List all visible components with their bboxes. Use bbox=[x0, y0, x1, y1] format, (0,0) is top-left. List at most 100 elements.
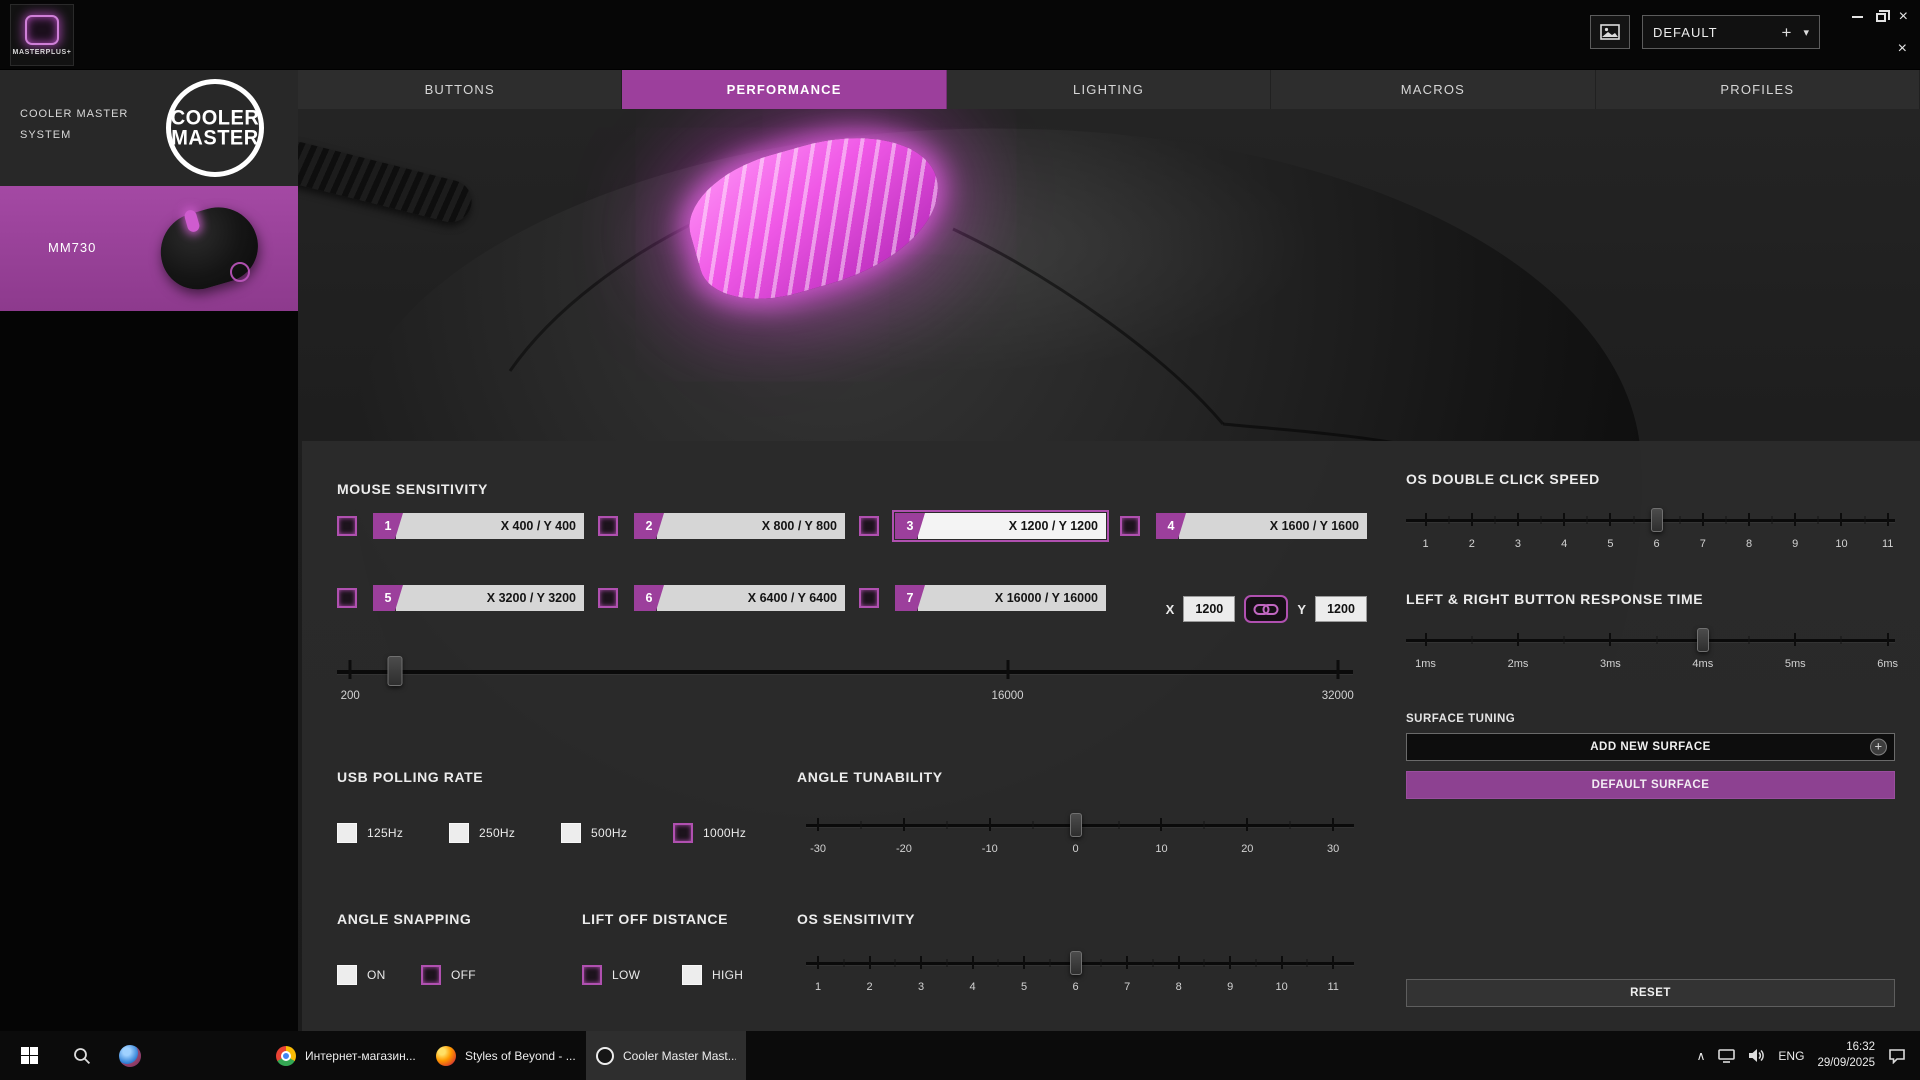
profile-selected-value: DEFAULT bbox=[1653, 25, 1770, 40]
dpi-slider-handle[interactable] bbox=[387, 656, 402, 686]
profile-selector[interactable]: DEFAULT + ▾ bbox=[1642, 15, 1820, 49]
os-sensitivity-slider[interactable]: 1234567891011 bbox=[806, 948, 1354, 1004]
clock-date: 29/09/2025 bbox=[1817, 1056, 1875, 1072]
dpi-preset-value[interactable]: X 3200 / Y 3200 bbox=[396, 585, 584, 611]
option-checkbox[interactable] bbox=[421, 965, 441, 985]
dpi-preset-checkbox[interactable] bbox=[598, 588, 618, 608]
main-tabs: BUTTONS PERFORMANCE LIGHTING MACROS PROF… bbox=[298, 70, 1920, 109]
taskbar-window-button[interactable]: Интернет-магазин... bbox=[266, 1031, 426, 1080]
window-controls: × bbox=[1852, 8, 1908, 26]
dpi-preset-field: 2 X 800 / Y 800 bbox=[634, 513, 845, 539]
dpi-preset-value[interactable]: X 16000 / Y 16000 bbox=[918, 585, 1106, 611]
profile-image-button[interactable] bbox=[1590, 15, 1630, 49]
os-double-click-slider-handle[interactable] bbox=[1651, 508, 1663, 532]
slider-tick-label: 4 bbox=[970, 981, 976, 993]
section-title-os-sensitivity: OS SENSITIVITY bbox=[797, 911, 915, 927]
option-checkbox[interactable] bbox=[561, 823, 581, 843]
link-xy-button[interactable] bbox=[1244, 595, 1288, 623]
profile-toolbar: DEFAULT + ▾ bbox=[1590, 15, 1820, 49]
tab-label: MACROS bbox=[1401, 82, 1465, 97]
pinned-app-button[interactable] bbox=[106, 1031, 154, 1080]
os-sensitivity-slider-handle[interactable] bbox=[1070, 951, 1082, 975]
tab-performance[interactable]: PERFORMANCE bbox=[622, 70, 946, 109]
option-checkbox[interactable] bbox=[337, 823, 357, 843]
tab-buttons[interactable]: BUTTONS bbox=[298, 70, 622, 109]
dpi-preset-value[interactable]: X 400 / Y 400 bbox=[396, 513, 584, 539]
y-dpi-input[interactable]: 1200 bbox=[1315, 596, 1367, 622]
close-panel-button[interactable]: × bbox=[1898, 41, 1907, 57]
dpi-slider-label: 16000 bbox=[992, 690, 1024, 702]
dpi-preset-value[interactable]: X 6400 / Y 6400 bbox=[657, 585, 845, 611]
dpi-preset-checkbox[interactable] bbox=[337, 588, 357, 608]
slider-tick-label: 2 bbox=[867, 981, 873, 993]
clock-time: 16:32 bbox=[1817, 1040, 1875, 1056]
tray-expand-icon[interactable]: ∧ bbox=[1697, 1049, 1706, 1063]
tab-profiles[interactable]: PROFILES bbox=[1596, 70, 1920, 109]
taskbar-window-button[interactable]: Styles of Beyond - ... bbox=[426, 1031, 586, 1080]
slider-tick-label: 20 bbox=[1241, 843, 1253, 855]
slider-tick-label: 6 bbox=[1073, 981, 1079, 993]
option-label: 125Hz bbox=[367, 826, 403, 840]
open-task-buttons: Интернет-магазин... Styles of Beyond - .… bbox=[266, 1031, 746, 1080]
tab-macros[interactable]: MACROS bbox=[1271, 70, 1595, 109]
xy-dpi-control: X 1200 Y 1200 bbox=[1120, 595, 1367, 623]
minimize-button[interactable] bbox=[1852, 16, 1863, 18]
taskbar-search-button[interactable] bbox=[58, 1031, 106, 1080]
volume-icon[interactable] bbox=[1748, 1048, 1765, 1063]
dpi-preset: 7 X 16000 / Y 16000 bbox=[859, 585, 1106, 611]
tab-lighting[interactable]: LIGHTING bbox=[947, 70, 1271, 109]
dpi-preset-checkbox[interactable] bbox=[337, 516, 357, 536]
option-checkbox[interactable] bbox=[449, 823, 469, 843]
lift-off-options: LOW HIGH bbox=[582, 965, 782, 985]
dpi-range-slider[interactable]: 2001600032000 bbox=[337, 646, 1353, 702]
tab-label: PROFILES bbox=[1720, 82, 1794, 97]
picture-icon bbox=[1600, 24, 1620, 40]
sidebar-device-mm730[interactable]: MM730 bbox=[0, 186, 298, 311]
keyboard-language[interactable]: ENG bbox=[1778, 1049, 1804, 1063]
angle-tunability-slider[interactable]: -30-20-100102030 bbox=[806, 810, 1354, 866]
slider-tick-label: 3 bbox=[918, 981, 924, 993]
add-new-surface-button[interactable]: ADD NEW SURFACE + bbox=[1406, 733, 1895, 761]
slider-tick-label: 5ms bbox=[1785, 658, 1806, 670]
option-checkbox[interactable] bbox=[337, 965, 357, 985]
chevron-down-icon[interactable]: ▾ bbox=[1803, 26, 1809, 39]
option-checkbox[interactable] bbox=[673, 823, 693, 843]
dpi-preset-value[interactable]: X 1200 / Y 1200 bbox=[918, 513, 1106, 539]
dpi-preset-checkbox[interactable] bbox=[859, 588, 879, 608]
option-checkbox[interactable] bbox=[582, 965, 602, 985]
windows-taskbar: Интернет-магазин... Styles of Beyond - .… bbox=[0, 1031, 1920, 1080]
reset-button[interactable]: RESET bbox=[1406, 979, 1895, 1007]
slider-tick-label: 5 bbox=[1021, 981, 1027, 993]
dpi-preset: 1 X 400 / Y 400 bbox=[337, 513, 584, 539]
default-surface-button[interactable]: DEFAULT SURFACE bbox=[1406, 771, 1895, 799]
sidebar: COOLER MASTER SYSTEM COOLER MASTER MM730 bbox=[0, 70, 298, 1031]
restore-button[interactable] bbox=[1876, 13, 1886, 22]
close-window-button[interactable]: × bbox=[1899, 9, 1908, 25]
response-time-slider[interactable]: 1ms2ms3ms4ms5ms6ms bbox=[1406, 625, 1895, 681]
response-time-slider-handle[interactable] bbox=[1697, 628, 1709, 652]
add-profile-icon[interactable]: + bbox=[1782, 24, 1792, 41]
system-tray: ∧ ENG 16:32 29/09/2025 bbox=[1697, 1031, 1920, 1080]
dpi-preset-value[interactable]: X 800 / Y 800 bbox=[657, 513, 845, 539]
tab-label: BUTTONS bbox=[425, 82, 495, 97]
dpi-preset-field: 3 X 1200 / Y 1200 bbox=[895, 513, 1106, 539]
taskbar-clock[interactable]: 16:32 29/09/2025 bbox=[1817, 1040, 1875, 1071]
performance-panel: MOUSE SENSITIVITY X 1200 Y 1200 bbox=[302, 441, 1920, 1031]
start-button[interactable] bbox=[0, 1031, 58, 1080]
angle-tunability-slider-handle[interactable] bbox=[1070, 813, 1082, 837]
taskbar-window-label: Cooler Master Mast... bbox=[623, 1049, 736, 1063]
action-center-icon[interactable] bbox=[1888, 1048, 1906, 1064]
dpi-preset-checkbox[interactable] bbox=[598, 516, 618, 536]
option-checkbox[interactable] bbox=[682, 965, 702, 985]
dpi-preset-value[interactable]: X 1600 / Y 1600 bbox=[1179, 513, 1367, 539]
dpi-preset-field: 5 X 3200 / Y 3200 bbox=[373, 585, 584, 611]
dpi-preset-checkbox[interactable] bbox=[859, 516, 879, 536]
taskbar-window-button[interactable]: Cooler Master Mast... bbox=[586, 1031, 746, 1080]
network-icon[interactable] bbox=[1718, 1049, 1735, 1063]
x-dpi-input[interactable]: 1200 bbox=[1183, 596, 1235, 622]
dpi-preset-checkbox[interactable] bbox=[1120, 516, 1140, 536]
os-double-click-slider[interactable]: 1234567891011 bbox=[1406, 505, 1895, 561]
option-label: OFF bbox=[451, 968, 476, 982]
pinned-app-icon bbox=[119, 1045, 141, 1067]
masterplus-logo-icon bbox=[25, 15, 59, 45]
